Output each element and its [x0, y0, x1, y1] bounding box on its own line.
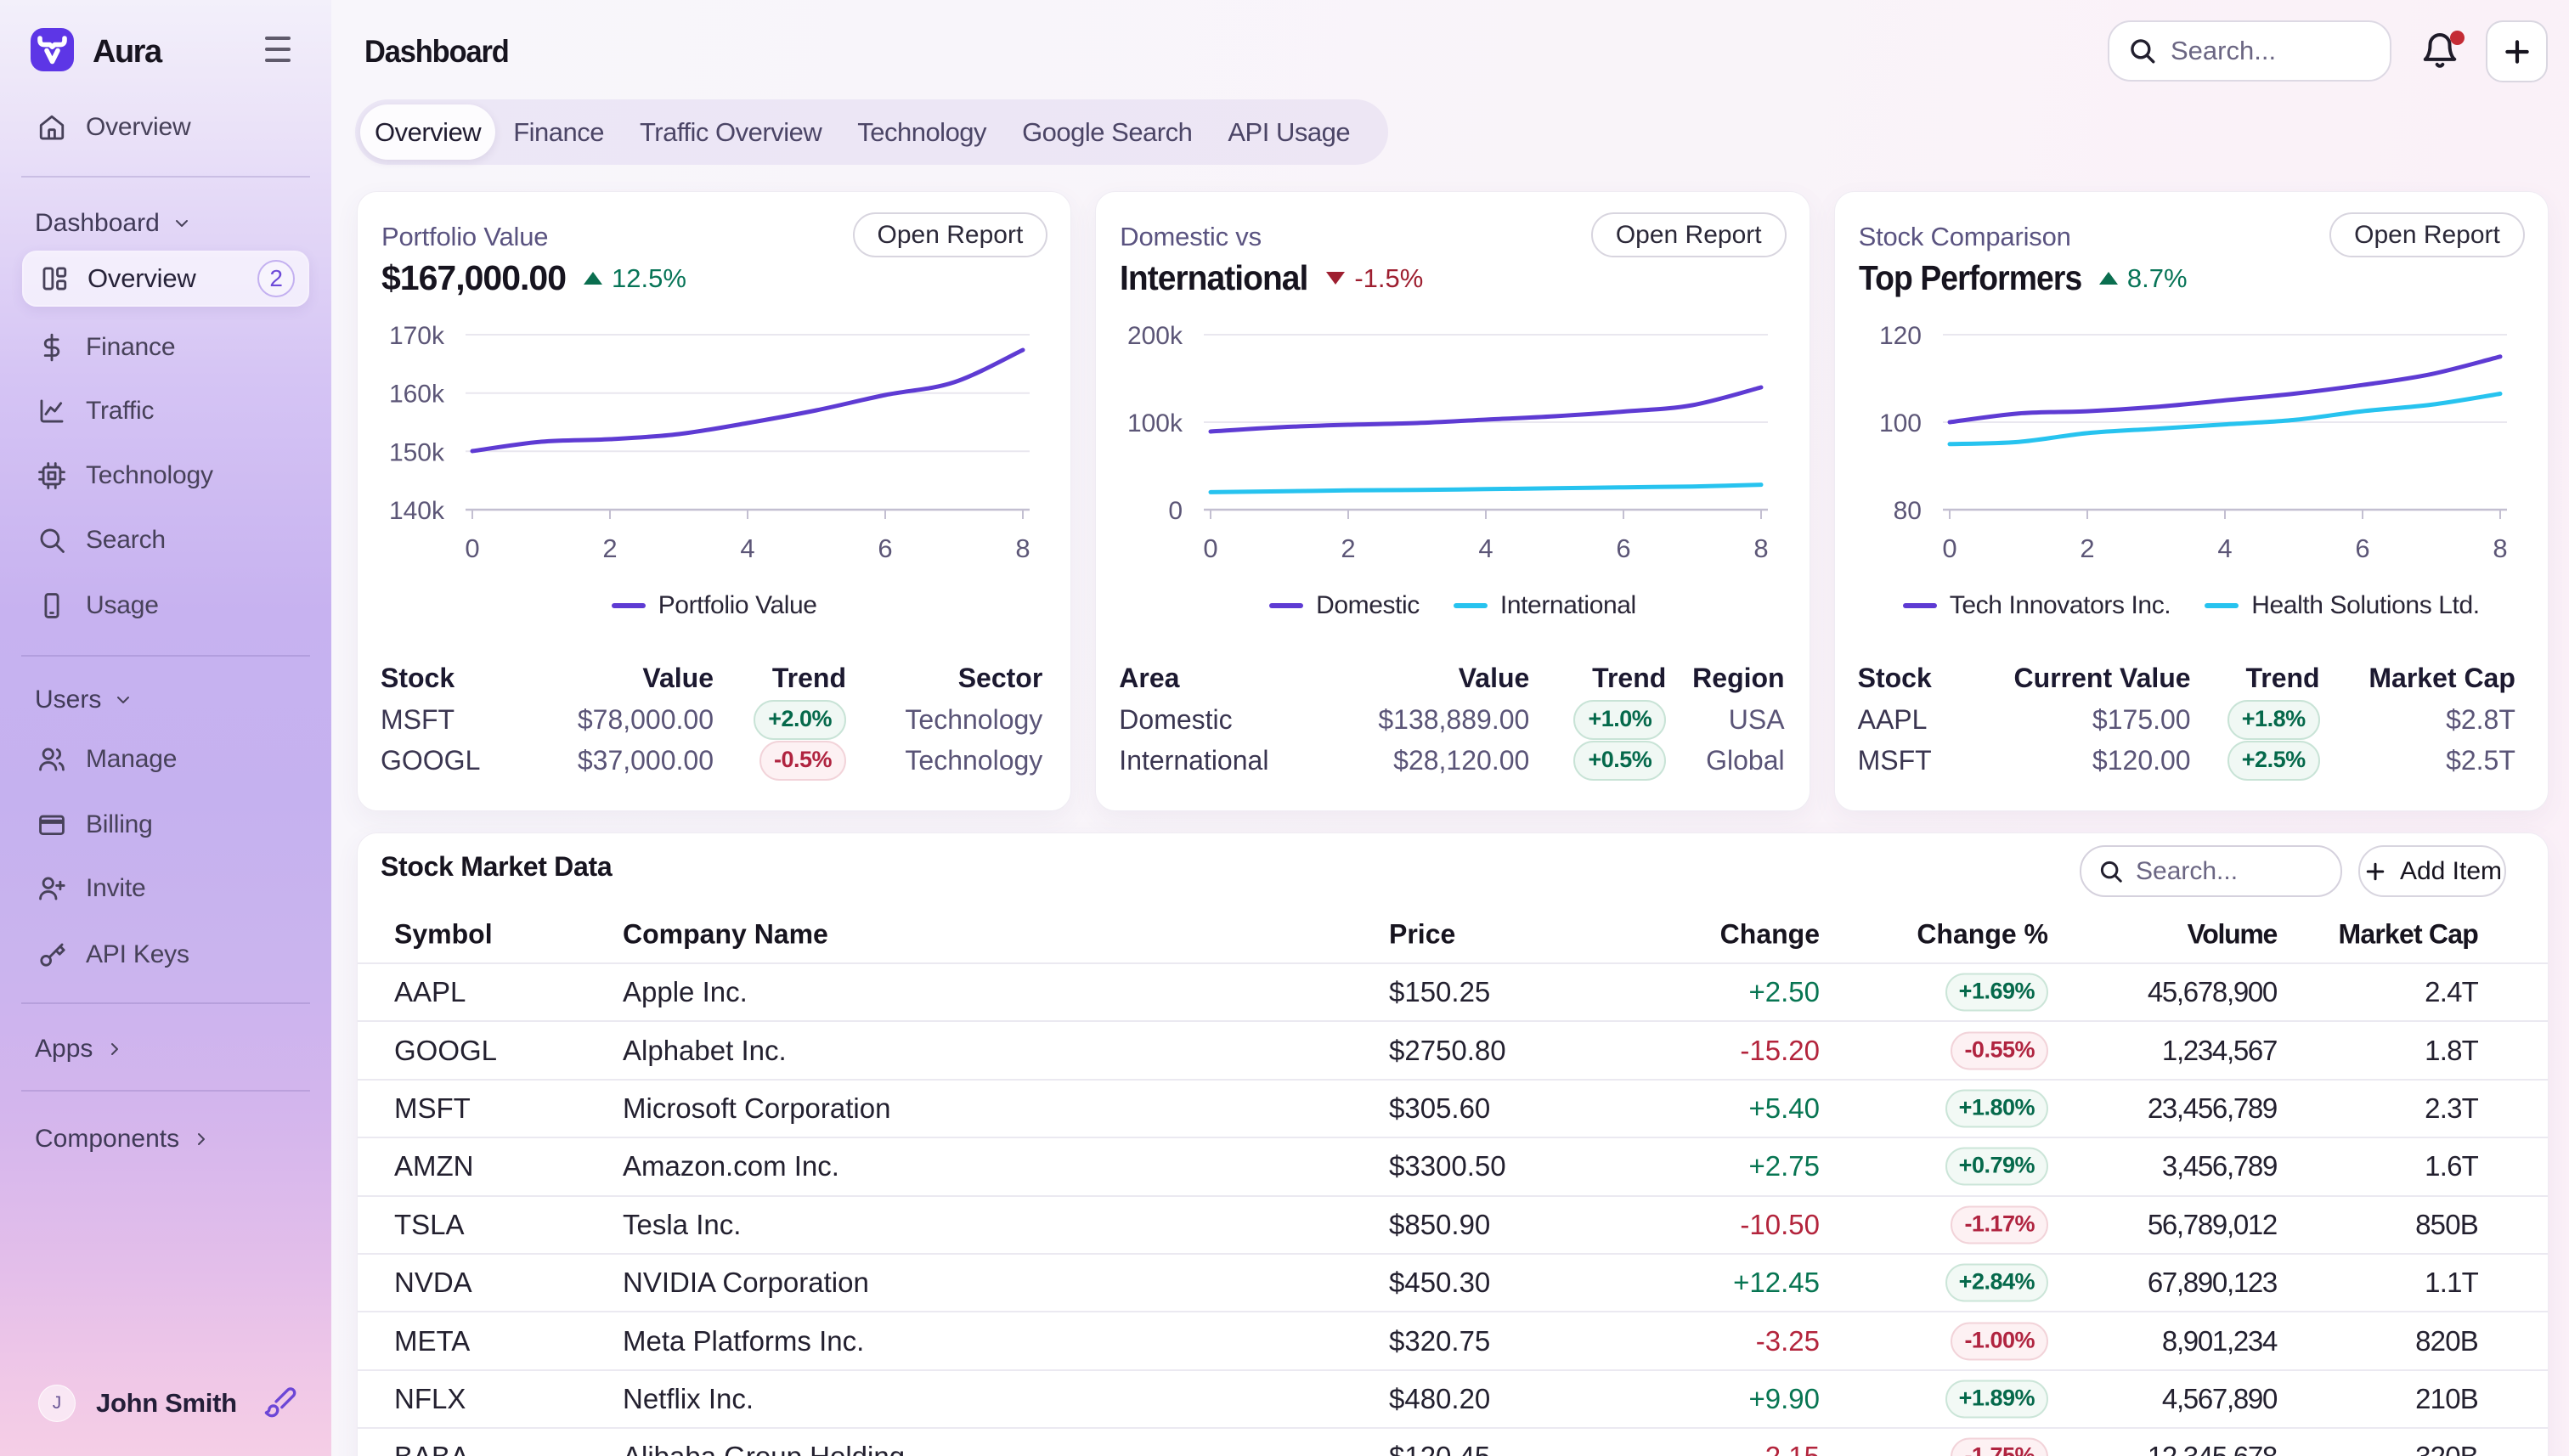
svg-text:6: 6 — [2355, 533, 2369, 563]
svg-text:2: 2 — [2080, 533, 2094, 563]
svg-text:4: 4 — [1479, 533, 1493, 563]
svg-text:4: 4 — [740, 533, 754, 563]
svg-text:200k: 200k — [1127, 322, 1183, 350]
svg-text:6: 6 — [1617, 533, 1631, 563]
svg-text:2: 2 — [1341, 533, 1356, 563]
svg-text:100k: 100k — [1127, 409, 1183, 437]
svg-text:8: 8 — [1015, 533, 1030, 563]
svg-text:8: 8 — [2493, 533, 2507, 563]
svg-text:80: 80 — [1893, 497, 1921, 525]
svg-text:4: 4 — [2217, 533, 2232, 563]
svg-text:6: 6 — [878, 533, 892, 563]
svg-text:120: 120 — [1879, 322, 1922, 350]
svg-text:140k: 140k — [389, 497, 445, 525]
svg-text:0: 0 — [465, 533, 479, 563]
svg-text:0: 0 — [1942, 533, 1956, 563]
svg-text:170k: 170k — [389, 322, 445, 350]
svg-text:8: 8 — [1754, 533, 1769, 563]
svg-text:160k: 160k — [389, 381, 445, 409]
svg-text:150k: 150k — [389, 438, 445, 466]
svg-text:0: 0 — [1204, 533, 1218, 563]
svg-text:0: 0 — [1169, 497, 1183, 525]
svg-text:100: 100 — [1879, 409, 1922, 437]
svg-text:2: 2 — [602, 533, 617, 563]
